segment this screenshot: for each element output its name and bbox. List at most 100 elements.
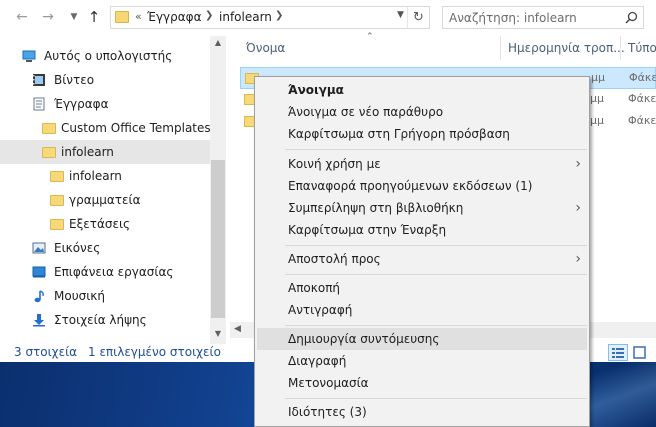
tree-item-label: infolearn: [61, 145, 114, 159]
tree-item-grammateia[interactable]: γραμματεία: [0, 188, 210, 212]
address-overflow-icon[interactable]: «: [135, 10, 142, 23]
tree-item-music[interactable]: Μουσική: [0, 284, 210, 308]
submenu-chevron-icon: ›: [575, 200, 581, 216]
address-toolbar: ← → ▼ ↑ « Έγγραφα ❯ infolearn ❯ ▼ ↻: [0, 0, 656, 36]
column-header-date[interactable]: Ημερομηνία τροπ...: [508, 36, 625, 60]
menu-item-label: Επαναφορά προηγούμενων εκδόσεων (1): [288, 179, 533, 193]
menu-item-label: Κοινή χρήση με: [288, 157, 381, 171]
desktop-icon: [32, 266, 46, 278]
tree-item-this-pc[interactable]: Αυτός ο υπολογιστής: [0, 44, 210, 68]
folder-icon: [115, 11, 129, 23]
address-dropdown-icon[interactable]: ▼: [397, 10, 404, 20]
tree-item-label: Στοιχεία λήψης: [54, 313, 147, 327]
menu-item-label: Συμπερίληψη στη βιβλιοθήκη: [288, 201, 464, 215]
tree-item-documents[interactable]: Έγγραφα: [0, 92, 210, 116]
menu-item-delete[interactable]: Διαγραφή: [257, 350, 587, 372]
pictures-icon: [32, 242, 46, 254]
address-bar[interactable]: « Έγγραφα ❯ infolearn ❯ ▼ ↻: [110, 6, 430, 29]
music-icon: [34, 290, 44, 303]
menu-item-copy[interactable]: Αντιγραφή: [257, 299, 587, 321]
folder-icon: [50, 195, 64, 206]
scroll-down-icon[interactable]: ▼: [210, 329, 226, 338]
tree-item-custom-office-templates[interactable]: Custom Office Templates: [0, 116, 211, 140]
menu-item-rename[interactable]: Μετονομασία: [257, 372, 587, 394]
details-view-icon[interactable]: [608, 344, 628, 361]
search-box[interactable]: [442, 6, 644, 29]
folder-icon: [42, 147, 56, 158]
up-arrow-icon[interactable]: ↑: [86, 9, 102, 25]
tree-item-desktop[interactable]: Επιφάνεια εργασίας: [0, 260, 210, 284]
menu-item-label: Αποστολή προς: [288, 252, 381, 266]
tree-item-label: Εξετάσεις: [69, 217, 131, 231]
submenu-chevron-icon: ›: [575, 156, 581, 172]
menu-item-share-with[interactable]: Κοινή χρήση με ›: [257, 153, 587, 175]
menu-separator: [285, 398, 587, 399]
scroll-left-icon[interactable]: ◀: [234, 324, 241, 334]
menu-item-label: Διαγραφή: [288, 354, 347, 368]
row-type: Φάκε: [628, 114, 656, 127]
menu-separator: [285, 325, 587, 326]
menu-item-pin-quick-access[interactable]: Καρφίτσωμα στη Γρήγορη πρόσβαση: [257, 123, 587, 145]
search-input[interactable]: [449, 9, 619, 26]
menu-item-pin-to-start[interactable]: Καρφίτσωμα στην Έναρξη: [257, 219, 587, 241]
breadcrumb-chevron-icon[interactable]: ❯: [275, 10, 283, 21]
row-date: μμ: [590, 114, 604, 127]
folder-icon: [42, 123, 56, 134]
tree-item-label: infolearn: [69, 169, 122, 183]
forward-arrow-icon[interactable]: →: [40, 9, 56, 25]
menu-item-label: Ιδιότητες (3): [288, 405, 367, 419]
status-selected-count: 1 επιλεγμένο στοιχείο: [88, 345, 221, 359]
recent-locations-chevron-icon[interactable]: ▼: [66, 9, 82, 25]
menu-item-send-to[interactable]: Αποστολή προς ›: [257, 248, 587, 270]
column-divider[interactable]: [500, 36, 501, 60]
menu-item-open[interactable]: Άνοιγμα: [257, 79, 587, 101]
nav-pane-scrollbar[interactable]: ▲ ▼: [210, 36, 226, 344]
sort-ascending-icon: ⌃: [366, 32, 374, 42]
menu-item-open-new-window[interactable]: Άνοιγμα σε νέο παράθυρο: [257, 101, 587, 123]
tree-item-label: γραμματεία: [69, 193, 141, 207]
row-type: Φάκε: [629, 71, 656, 84]
row-date: μμ: [590, 92, 604, 105]
menu-item-cut[interactable]: Αποκοπή: [257, 277, 587, 299]
search-icon[interactable]: [625, 11, 638, 24]
tree-item-label: Αυτός ο υπολογιστής: [44, 49, 173, 63]
folder-icon: [50, 171, 64, 182]
tree-item-videos[interactable]: Βίντεο: [0, 68, 210, 92]
breadcrumb-documents[interactable]: Έγγραφα: [147, 10, 202, 24]
tree-item-label: Έγγραφα: [54, 97, 109, 111]
menu-item-create-shortcut[interactable]: Δημιουργία συντόμευσης: [257, 328, 587, 350]
tree-item-label: Μουσική: [54, 289, 105, 303]
menu-item-properties[interactable]: Ιδιότητες (3): [257, 401, 587, 423]
tree-item-exetaseis[interactable]: Εξετάσεις: [0, 212, 210, 236]
column-divider[interactable]: [620, 36, 621, 60]
menu-item-label: Μετονομασία: [288, 376, 369, 390]
back-arrow-icon[interactable]: ←: [14, 9, 30, 25]
tree-item-pictures[interactable]: Εικόνες: [0, 236, 210, 260]
downloads-icon: [33, 314, 45, 327]
submenu-chevron-icon: ›: [575, 251, 581, 267]
large-icons-view-icon[interactable]: [630, 344, 650, 361]
menu-separator: [285, 274, 587, 275]
scroll-up-icon[interactable]: ▲: [210, 38, 226, 47]
tree-item-downloads[interactable]: Στοιχεία λήψης: [0, 308, 210, 332]
scrollbar-thumb[interactable]: [211, 160, 225, 318]
tree-item-label: Custom Office Templates: [61, 121, 211, 135]
refresh-icon[interactable]: ↻: [407, 7, 429, 28]
tree-item-label: Επιφάνεια εργασίας: [54, 265, 174, 279]
menu-item-label: Αντιγραφή: [288, 303, 353, 317]
menu-item-label: Δημιουργία συντόμευσης: [288, 332, 440, 346]
menu-item-restore-previous-versions[interactable]: Επαναφορά προηγούμενων εκδόσεων (1): [257, 175, 587, 197]
column-header-name[interactable]: Όνομα: [246, 36, 285, 60]
menu-item-label: Καρφίτσωμα στη Γρήγορη πρόσβαση: [288, 127, 510, 141]
tree-item-infolearn-sub[interactable]: infolearn: [0, 164, 210, 188]
menu-item-include-in-library[interactable]: Συμπερίληψη στη βιβλιοθήκη ›: [257, 197, 587, 219]
tree-item-label: Εικόνες: [54, 241, 101, 255]
tree-item-infolearn-selected[interactable]: infolearn: [0, 140, 210, 164]
menu-item-label: Αποκοπή: [288, 281, 341, 295]
breadcrumb-chevron-icon[interactable]: ❯: [205, 10, 213, 21]
column-header-type[interactable]: Τύπο: [628, 36, 656, 60]
breadcrumb-infolearn[interactable]: infolearn: [219, 10, 272, 24]
row-date: μμ: [591, 71, 605, 84]
tree-item-label: Βίντεο: [54, 73, 95, 87]
folder-icon: [50, 219, 64, 230]
